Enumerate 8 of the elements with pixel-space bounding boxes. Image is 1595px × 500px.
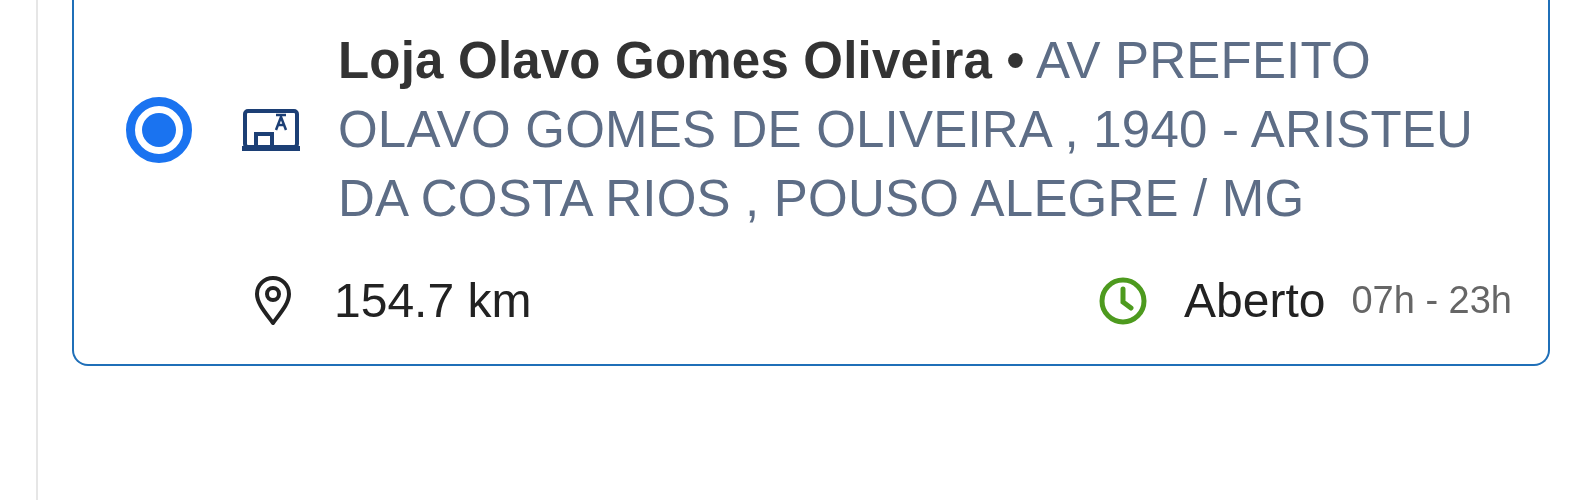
map-pin-icon (254, 275, 292, 326)
status-text: Aberto (1184, 273, 1326, 328)
distance-text: 154.7 km (334, 273, 532, 328)
radio-button[interactable] (126, 96, 192, 163)
store-name-address: Loja Olavo Gomes Oliveira • AV PREFEITO OLAVO GOMES DE OLIVEIRA , 1940 - ARISTEU DA COSTA RIOS , POUSO ALEGRE / MG (338, 31, 1475, 229)
store-card[interactable]: Loja Olavo Gomes Oliveira • AV PREFEITO OLAVO GOMES DE OLIVEIRA , 1940 - ARISTEU DA COSTA RIOS , POUSO ALEGRE / MG 154.7 km Aberto 07h - 23h (72, 0, 1550, 366)
store-icon (242, 107, 300, 152)
hours-text: 07h - 23h (1351, 279, 1512, 322)
